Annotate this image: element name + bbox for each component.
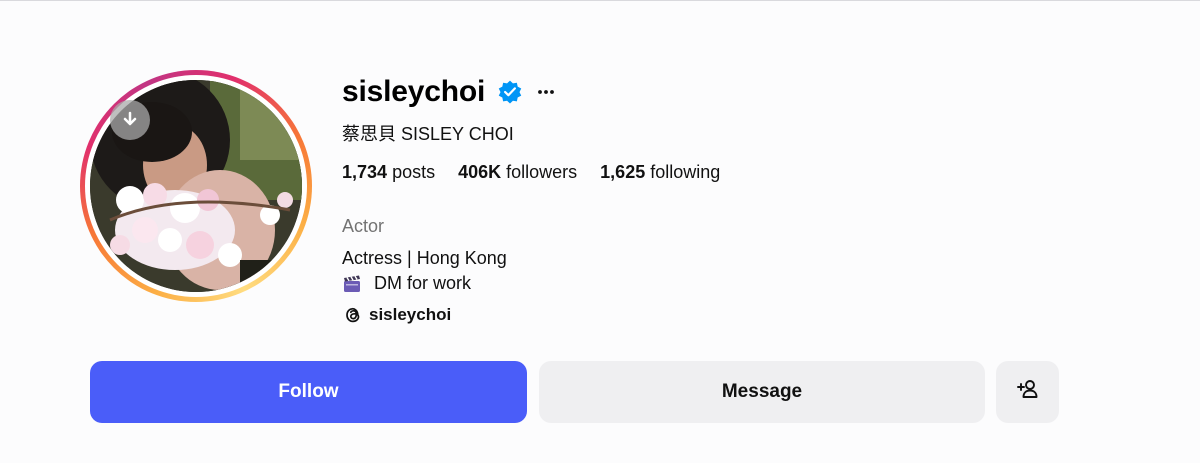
bio-dm-text: DM for work	[374, 273, 472, 293]
profile-stats: 1,734 posts 406K followers 1,625 followi…	[342, 162, 743, 183]
add-person-button[interactable]	[996, 361, 1059, 423]
followers-label: followers	[506, 162, 578, 182]
threads-handle: sisleychoi	[369, 305, 452, 324]
full-name: 蔡思貝 SISLEY CHOI	[342, 124, 514, 144]
username-row: sisleychoi	[342, 72, 555, 112]
posts-label: posts	[392, 162, 436, 182]
posts-stat[interactable]: 1,734 posts	[342, 162, 435, 183]
profile-category: Actor	[342, 216, 385, 236]
threads-logo-icon	[343, 305, 363, 325]
download-icon[interactable]	[110, 100, 150, 140]
following-stat[interactable]: 1,625 following	[600, 162, 720, 183]
follow-button[interactable]: Follow	[90, 361, 527, 423]
followers-stat[interactable]: 406K followers	[458, 162, 577, 183]
followers-count: 406K	[458, 162, 502, 182]
profile-avatar[interactable]	[80, 70, 312, 302]
threads-link[interactable]: sisleychoi	[343, 305, 451, 325]
top-divider	[0, 0, 1200, 1]
following-label: following	[650, 162, 721, 182]
more-options-icon[interactable]	[537, 83, 555, 101]
bio-line-dm: DM for work	[342, 273, 471, 294]
posts-count: 1,734	[342, 162, 388, 182]
add-person-icon	[1016, 377, 1040, 407]
following-count: 1,625	[600, 162, 646, 182]
bio-line: Actress | Hong Kong	[342, 248, 507, 268]
clapper-board-icon	[342, 274, 362, 294]
message-button[interactable]: Message	[539, 361, 985, 423]
username: sisleychoi	[342, 75, 486, 108]
verified-badge-icon	[497, 79, 523, 105]
profile-page: sisleychoi 蔡思貝 SISLEY CHOI 1,734 posts 4…	[0, 0, 1200, 463]
